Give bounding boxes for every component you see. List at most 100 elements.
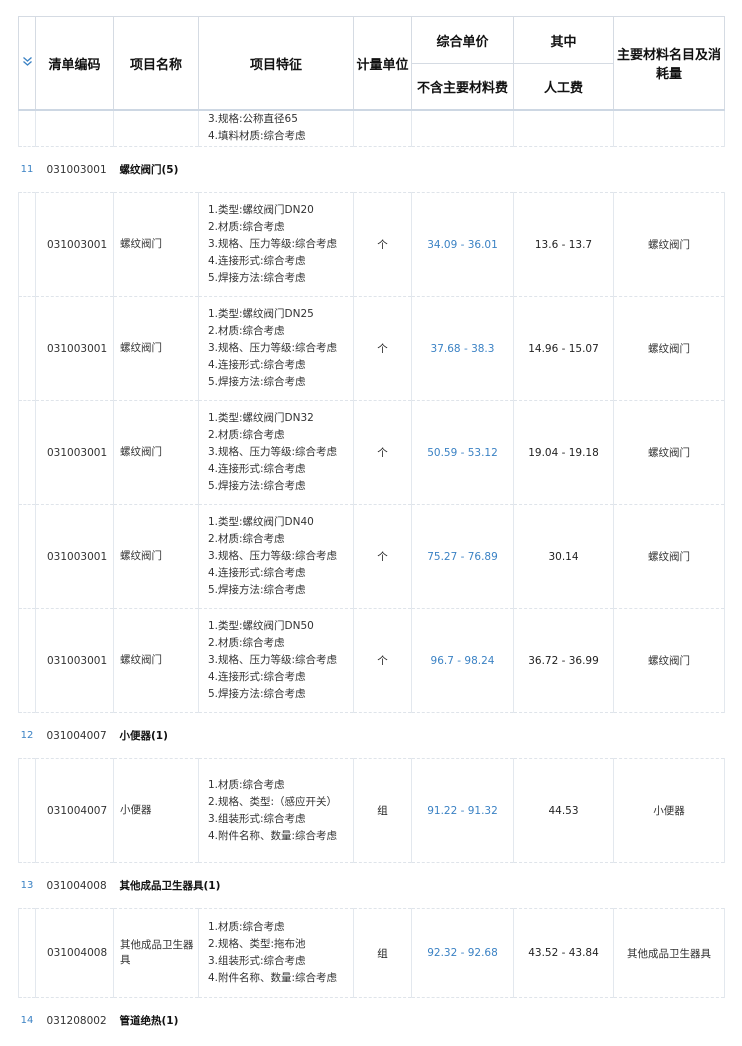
row-features: 1.材质:综合考虑 2.规格、类型:拖布池 3.组装形式:综合考虑 4.附件名称、数量…	[198, 908, 354, 998]
row-unit-price-link[interactable]: 37.68 - 38.3	[411, 296, 514, 401]
row-labor-cost: 44.53	[513, 758, 614, 863]
group-code: 031004008	[35, 862, 114, 909]
row-unit: 个	[353, 296, 412, 401]
header-unit: 计量单位	[353, 16, 412, 111]
feature-line: 3.组装形式:综合考虑	[208, 955, 306, 967]
row-name: 其他成品卫生器具	[113, 908, 199, 998]
row-spacer	[18, 504, 36, 609]
row-labor-cost: 36.72 - 36.99	[513, 608, 614, 713]
row-features: 1.类型:螺纹阀门DN32 2.材质:综合考虑 3.规格、压力等级:综合考虑 4.连接…	[198, 400, 354, 505]
row-code: 031003001	[35, 504, 114, 609]
feature-line: 4.连接形式:综合考虑	[208, 359, 306, 371]
table-row[interactable]: 031004007 小便器 1.材质:综合考虑 2.规格、类型:（感应开关） 3.组装形…	[18, 758, 725, 863]
group-row[interactable]: 13 031004008 其他成品卫生器具(1)	[18, 862, 725, 909]
row-material: 螺纹阀门	[613, 504, 725, 609]
feature-line: 1.材质:综合考虑	[208, 778, 285, 791]
feature-line: 5.焊接方法:综合考虑	[208, 688, 306, 700]
feature-line: 3.规格:公称直径65	[208, 113, 298, 125]
group-index: 13	[18, 862, 36, 909]
expand-all-toggle[interactable]	[18, 16, 36, 111]
group-code: 031208002	[46, 1014, 107, 1027]
header-unit-price: 综合单价	[411, 16, 514, 64]
row-unit-price-link[interactable]: 91.22 - 91.32	[411, 758, 514, 863]
feature-line: 3.规格、压力等级:综合考虑	[208, 446, 338, 458]
feature-line: 1.类型:螺纹阀门DN20	[208, 204, 314, 216]
row-material: 螺纹阀门	[613, 192, 725, 297]
feature-line: 4.填料材质:综合考虑	[208, 130, 306, 142]
row-unit-price-link[interactable]: 92.32 - 92.68	[411, 908, 514, 998]
row-material: 螺纹阀门	[613, 296, 725, 401]
table-row[interactable]: 031003001 螺纹阀门 1.类型:螺纹阀门DN20 2.材质:综合考虑 3.规格、…	[18, 192, 725, 297]
feature-line: 3.规格、压力等级:综合考虑	[208, 654, 338, 666]
row-code: 031004008	[35, 908, 114, 998]
feature-line: 4.连接形式:综合考虑	[208, 463, 306, 475]
feature-line: 5.焊接方法:综合考虑	[208, 480, 306, 492]
row-unit: 组	[353, 758, 412, 863]
table-row[interactable]: 031004008 其他成品卫生器具 1.材质:综合考虑 2.规格、类型:拖布池 3.组…	[18, 908, 725, 998]
feature-line: 2.材质:综合考虑	[208, 221, 285, 233]
table-row[interactable]: 031003001 螺纹阀门 1.类型:螺纹阀门DN32 2.材质:综合考虑 3.规格、…	[18, 400, 725, 505]
group-code: 031003001	[35, 146, 114, 193]
header-unit-price-sub: 不含主要材料费	[411, 63, 514, 111]
chevron-double-down-icon[interactable]	[22, 56, 33, 71]
row-unit-price-link[interactable]: 75.27 - 76.89	[411, 504, 514, 609]
row-material: 螺纹阀门	[613, 608, 725, 713]
row-name: 螺纹阀门	[113, 192, 199, 297]
row-features: 1.类型:螺纹阀门DN20 2.材质:综合考虑 3.规格、压力等级:综合考虑 4.连接…	[198, 192, 354, 297]
table-header: 清单编码 项目名称 项目特征 计量单位 综合单价 其中 主要材料名目及消耗量 不…	[18, 16, 725, 111]
row-unit-price-link[interactable]: 34.09 - 36.01	[411, 192, 514, 297]
feature-line: 3.规格、压力等级:综合考虑	[208, 342, 338, 354]
table-row[interactable]: 031003001 螺纹阀门 1.类型:螺纹阀门DN40 2.材质:综合考虑 3.规格、…	[18, 504, 725, 609]
table-body: 3.规格:公称直径65 4.填料材质:综合考虑 11 031003001 螺纹阀门(…	[18, 110, 725, 1044]
feature-line: 4.附件名称、数量:综合考虑	[208, 972, 338, 984]
group-row[interactable]: 12 031004007 小便器(1)	[18, 712, 725, 759]
feature-line: 2.材质:综合考虑	[208, 637, 285, 649]
row-name: 小便器	[113, 758, 199, 863]
group-row[interactable]: 14 031208002 管道绝热(1)	[19, 998, 725, 1044]
group-row[interactable]: 11 031003001 螺纹阀门(5)	[18, 146, 725, 193]
feature-line: 5.焊接方法:综合考虑	[208, 376, 306, 388]
row-labor-cost: 43.52 - 43.84	[513, 908, 614, 998]
row-spacer	[18, 758, 36, 863]
header-name: 项目名称	[113, 16, 199, 111]
feature-line: 1.类型:螺纹阀门DN50	[208, 620, 314, 632]
row-name: 螺纹阀门	[113, 400, 199, 505]
group-code: 031004007	[35, 712, 114, 759]
header-features: 项目特征	[198, 16, 354, 111]
row-features: 1.材质:综合考虑 2.规格、类型:（感应开关） 3.组装形式:综合考虑 4.附件名称…	[198, 758, 354, 863]
row-spacer	[18, 608, 36, 713]
row-material: 小便器	[613, 758, 725, 863]
group-title[interactable]: 其他成品卫生器具(1)	[113, 862, 725, 909]
row-code: 031004007	[35, 758, 114, 863]
row-spacer	[18, 192, 36, 297]
row-unit: 个	[353, 192, 412, 297]
row-name: 螺纹阀门	[113, 504, 199, 609]
feature-line: 5.焊接方法:综合考虑	[208, 272, 306, 284]
feature-line: 4.附件名称、数量:综合考虑	[208, 829, 338, 842]
row-unit-price-link[interactable]: 96.7 - 98.24	[411, 608, 514, 713]
feature-line: 2.材质:综合考虑	[208, 325, 285, 337]
group-title[interactable]: 螺纹阀门(5)	[113, 146, 725, 193]
group-title[interactable]: 管道绝热(1)	[114, 998, 725, 1044]
header-among: 其中	[513, 16, 614, 64]
row-spacer	[18, 296, 36, 401]
row-name: 螺纹阀门	[113, 608, 199, 713]
feature-line: 1.类型:螺纹阀门DN40	[208, 516, 314, 528]
feature-line: 1.类型:螺纹阀门DN25	[208, 308, 314, 320]
feature-line: 4.连接形式:综合考虑	[208, 671, 306, 683]
row-unit: 个	[353, 400, 412, 505]
row-labor-cost: 14.96 - 15.07	[513, 296, 614, 401]
row-unit-price-link[interactable]: 50.59 - 53.12	[411, 400, 514, 505]
bill-of-quantities-frame: 清单编码 项目名称 项目特征 计量单位 综合单价 其中 主要材料名目及消耗量 不…	[18, 16, 725, 1046]
feature-line: 3.规格、压力等级:综合考虑	[208, 238, 338, 250]
row-code: 031003001	[35, 192, 114, 297]
feature-line: 4.连接形式:综合考虑	[208, 255, 306, 267]
table-row[interactable]: 031003001 螺纹阀门 1.类型:螺纹阀门DN25 2.材质:综合考虑 3.规格、…	[18, 296, 725, 401]
row-material: 螺纹阀门	[613, 400, 725, 505]
continued-row: 3.规格:公称直径65 4.填料材质:综合考虑	[18, 110, 725, 147]
group-title[interactable]: 小便器(1)	[113, 712, 725, 759]
group-index: 12	[18, 712, 36, 759]
feature-line: 3.规格、压力等级:综合考虑	[208, 550, 338, 562]
table-row[interactable]: 031003001 螺纹阀门 1.类型:螺纹阀门DN50 2.材质:综合考虑 3.规格、…	[18, 608, 725, 713]
row-code: 031003001	[35, 296, 114, 401]
